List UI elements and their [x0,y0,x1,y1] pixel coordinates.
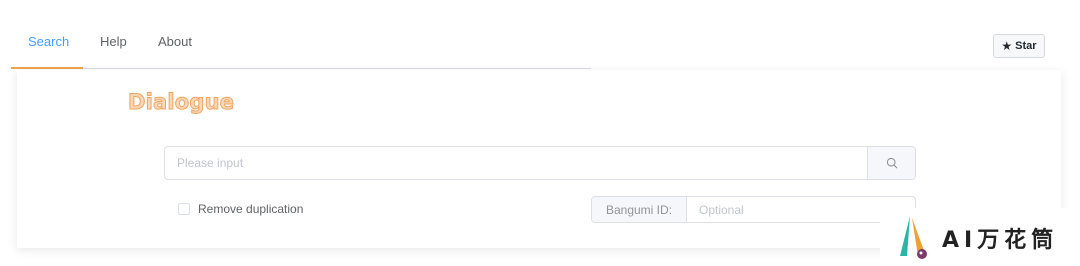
remove-duplication-label: Remove duplication [198,202,304,216]
remove-duplication-checkbox[interactable]: Remove duplication [178,202,303,216]
star-button-label: Star [1015,40,1037,52]
bangumi-id-input-group: Bangumi ID: [591,196,916,223]
page: Search Help About ★ Star Dialogue Remove… [0,0,1080,266]
tab-search[interactable]: Search [28,34,69,50]
bangumi-id-label: Bangumi ID: [592,197,687,222]
active-tab-indicator [11,67,83,69]
tab-help[interactable]: Help [100,34,127,50]
search-input-group [164,146,916,180]
tab-bar: Search Help About [11,0,591,69]
checkbox-box[interactable] [178,203,190,215]
page-title: Dialogue [127,90,235,115]
star-button[interactable]: ★ Star [993,34,1045,58]
logo-mark-icon [900,216,927,259]
search-input[interactable] [165,147,867,179]
watermark-logo: AI万花筒 [880,208,1080,266]
search-icon [886,157,897,169]
search-button[interactable] [867,147,915,179]
tab-bar-divider [11,68,591,69]
star-icon: ★ [1001,39,1013,53]
tab-about[interactable]: About [158,34,192,50]
watermark-text: AI万花筒 [942,228,1059,253]
